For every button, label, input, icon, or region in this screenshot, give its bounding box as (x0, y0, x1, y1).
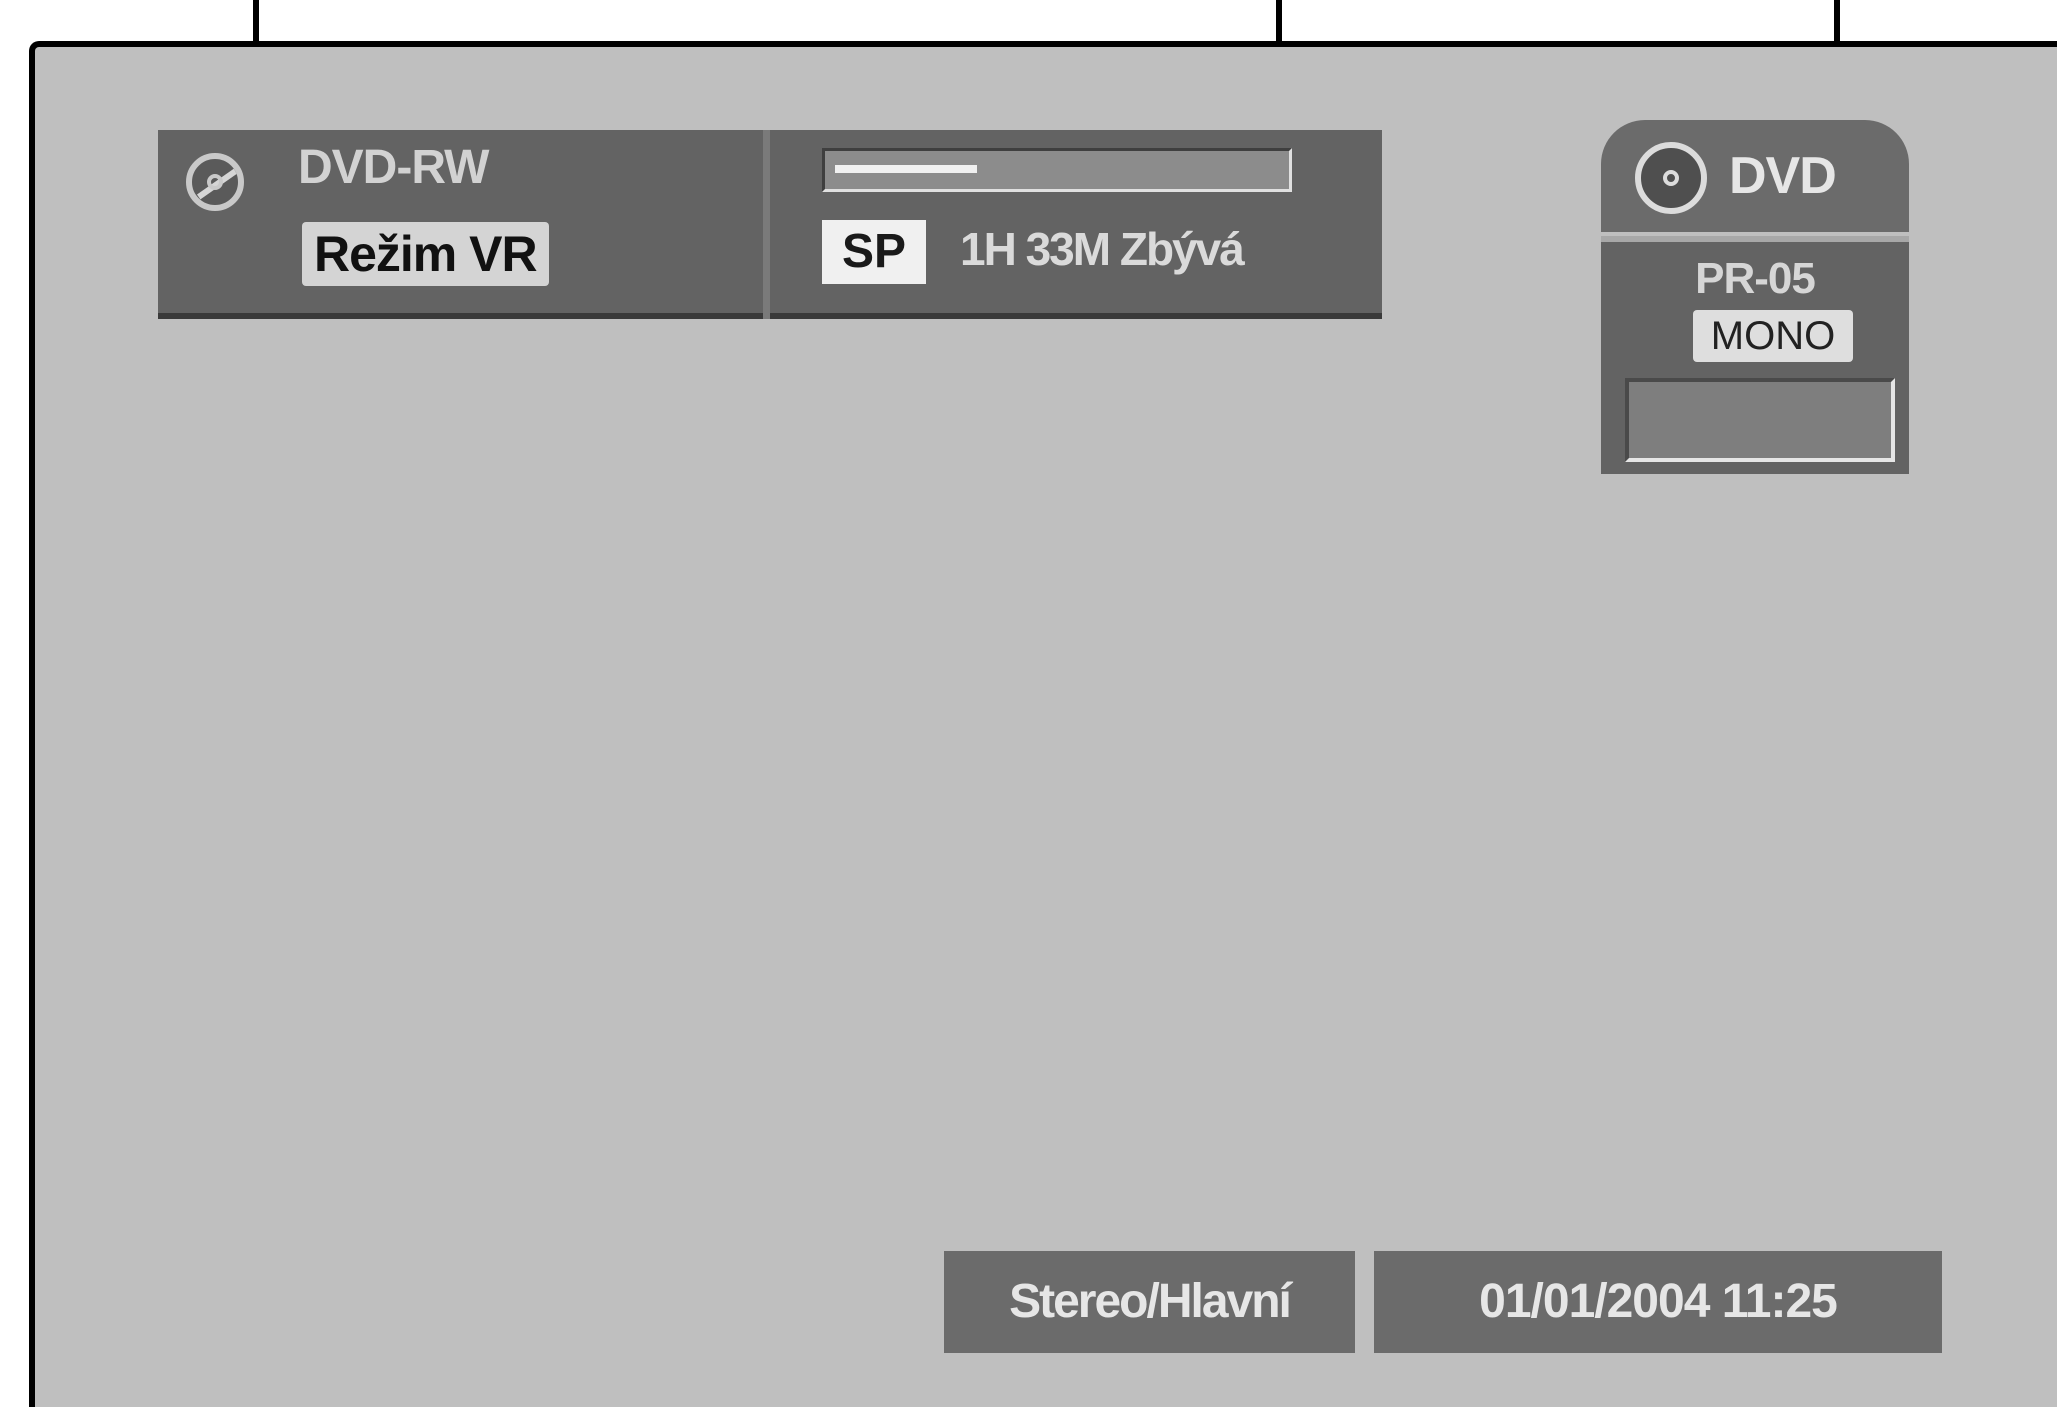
audio-output-label: Stereo/Hlavní (944, 1251, 1355, 1353)
disc-space-fill (835, 165, 977, 173)
panel-divider (763, 130, 770, 319)
datetime-label: 01/01/2004 11:25 (1374, 1251, 1942, 1353)
source-label: DVD (1729, 147, 1837, 205)
recording-info-panel: SP 1H 33M Zbývá (770, 130, 1382, 319)
disc-space-bar (822, 148, 1292, 192)
tuner-info: PR-05 MONO (1601, 236, 1909, 474)
disc-info-panel: DVD-RW Režim VR (158, 130, 764, 319)
signal-box (1625, 378, 1895, 462)
disc-icon (186, 153, 244, 211)
channel-label: PR-05 (1695, 254, 1816, 303)
remaining-time-label: 1H 33M Zbývá (960, 223, 1245, 275)
source-header: DVD (1601, 120, 1909, 232)
audio-mode-badge: MONO (1693, 310, 1853, 362)
record-quality-badge: SP (822, 220, 926, 284)
dvd-disc-icon (1635, 142, 1707, 214)
recording-mode-badge: Režim VR (302, 222, 549, 286)
disc-type-label: DVD-RW (298, 141, 489, 194)
source-panel: DVD PR-05 MONO (1601, 120, 1909, 474)
